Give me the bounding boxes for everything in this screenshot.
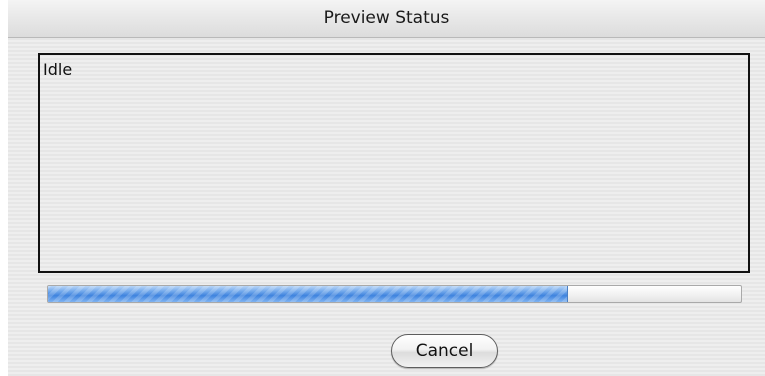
status-message: Idle [43, 60, 73, 79]
progress-bar [47, 285, 742, 303]
progress-bar-fill [48, 286, 568, 302]
window-title: Preview Status [323, 7, 450, 28]
preview-status-window: Preview Status Idle Cancel [8, 0, 765, 376]
status-text-area: Idle [38, 53, 750, 273]
cancel-button[interactable]: Cancel [391, 334, 498, 368]
window-titlebar[interactable]: Preview Status [8, 0, 765, 38]
